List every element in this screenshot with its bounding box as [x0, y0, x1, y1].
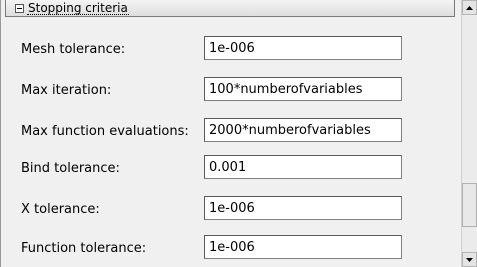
collapse-minus-icon[interactable] [15, 3, 24, 13]
arrow-up-icon[interactable] [462, 0, 477, 15]
max-function-evaluations-label: Max function evaluations: [21, 124, 189, 139]
x-tolerance-label: X tolerance: [21, 202, 100, 217]
stopping-criteria-panel: Stopping criteria Mesh tolerance: Max it… [0, 0, 459, 267]
vertical-scrollbar[interactable] [461, 0, 477, 267]
scroll-thumb[interactable] [462, 183, 477, 227]
mesh-tolerance-row: Mesh tolerance: [1, 36, 460, 64]
section-header[interactable]: Stopping criteria [5, 0, 455, 17]
section-title[interactable]: Stopping criteria [27, 2, 129, 15]
function-tolerance-row: Function tolerance: [1, 235, 460, 263]
max-iteration-label: Max iteration: [21, 83, 112, 98]
max-iteration-input[interactable] [204, 77, 402, 101]
bind-tolerance-label: Bind tolerance: [21, 161, 120, 176]
function-tolerance-input[interactable] [204, 235, 402, 259]
max-function-evaluations-input[interactable] [204, 118, 402, 142]
mesh-tolerance-label: Mesh tolerance: [21, 42, 126, 57]
arrow-down-icon[interactable] [462, 252, 477, 267]
bind-tolerance-row: Bind tolerance: [1, 155, 460, 183]
function-tolerance-label: Function tolerance: [21, 241, 147, 256]
x-tolerance-input[interactable] [204, 196, 402, 220]
mesh-tolerance-input[interactable] [204, 36, 402, 60]
bind-tolerance-input[interactable] [204, 155, 402, 179]
max-iteration-row: Max iteration: [1, 77, 460, 105]
x-tolerance-row: X tolerance: [1, 196, 460, 224]
max-function-evaluations-row: Max function evaluations: [1, 118, 460, 146]
